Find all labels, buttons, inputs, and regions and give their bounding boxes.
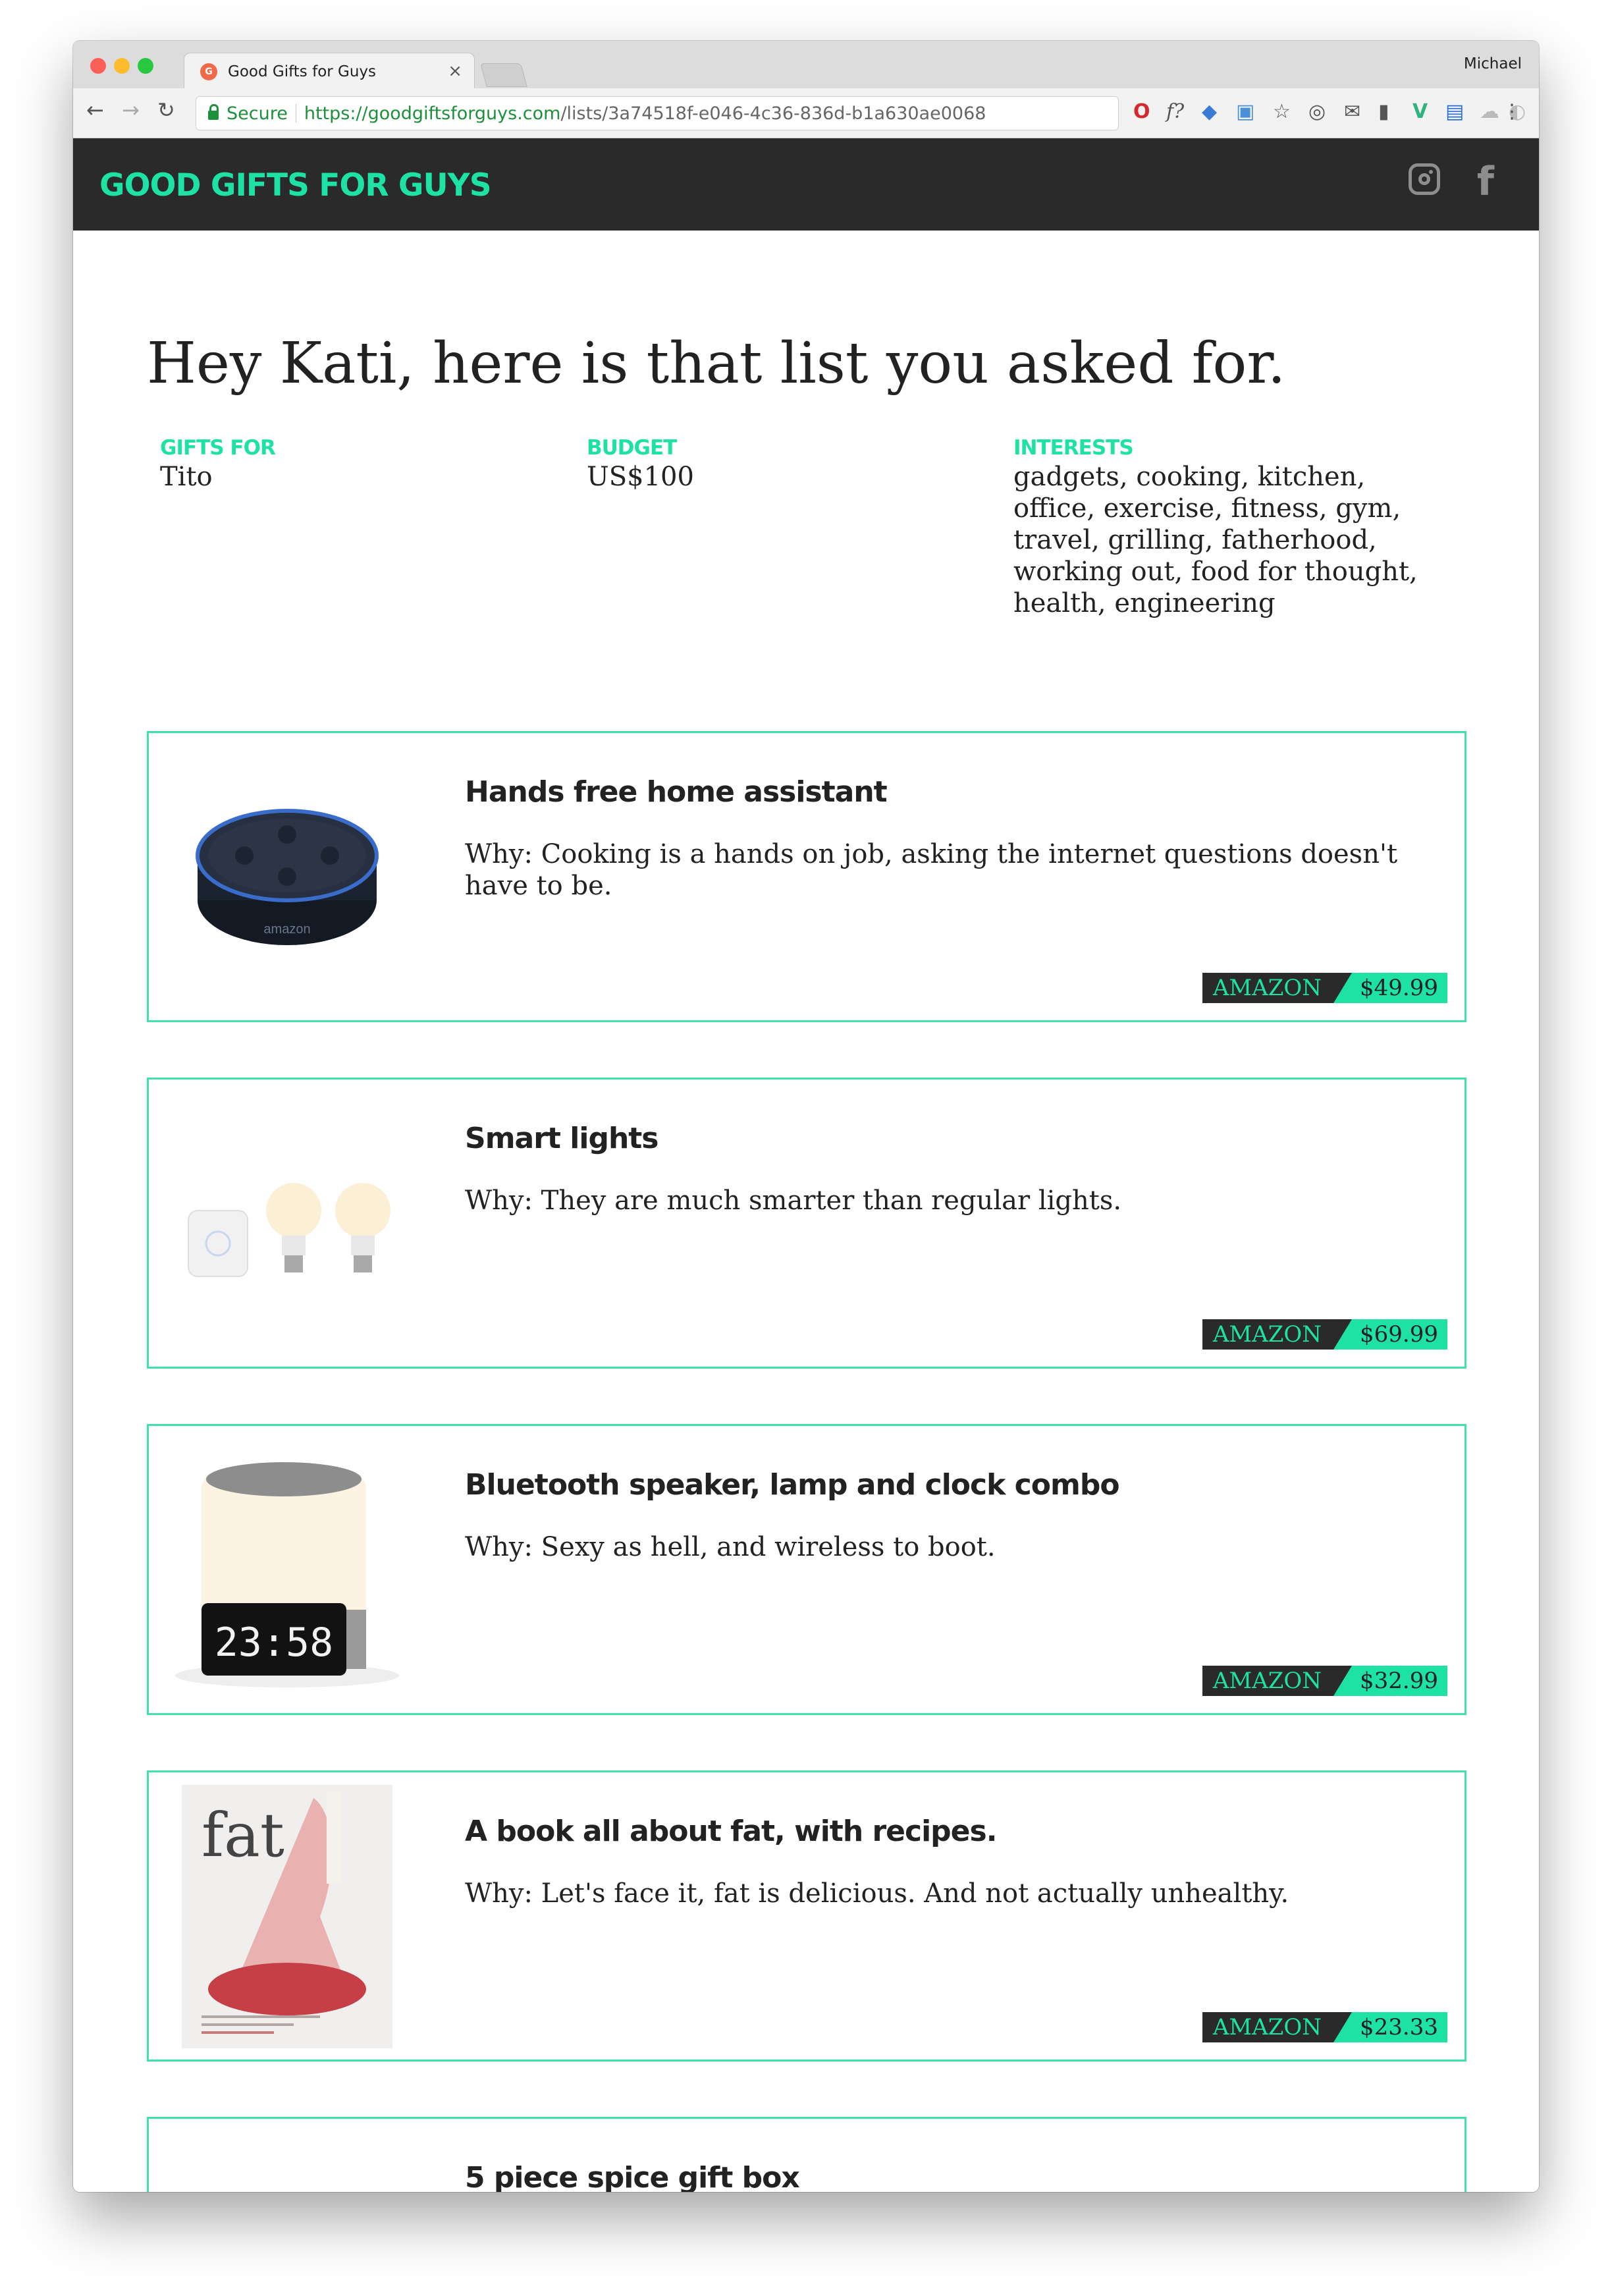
site-favicon-icon: G bbox=[200, 63, 217, 80]
new-tab-button[interactable] bbox=[480, 63, 527, 87]
buy-button[interactable]: AMAZON $69.99 bbox=[1202, 1319, 1447, 1350]
menu-kebab-icon[interactable]: ⋮ bbox=[1502, 100, 1522, 123]
adblock-extension-icon[interactable]: ◎ bbox=[1308, 100, 1326, 123]
store-label: AMAZON bbox=[1202, 1319, 1353, 1350]
gift-card[interactable]: fat A book all about fat, with recipes. … bbox=[147, 1770, 1466, 2062]
bookmark-star-icon[interactable]: ☆ bbox=[1273, 100, 1291, 123]
reader-extension-icon[interactable]: ▮ bbox=[1378, 100, 1389, 123]
gift-why: Why: Sexy as hell, and wireless to boot. bbox=[465, 1532, 996, 1562]
store-label: AMAZON bbox=[1202, 973, 1353, 1003]
gift-card[interactable]: 23:58 Bluetooth speaker, lamp and clock … bbox=[147, 1424, 1466, 1715]
budget-value: US$100 bbox=[587, 462, 694, 492]
formula-extension-icon[interactable]: f? bbox=[1166, 100, 1184, 123]
gift-title[interactable]: Hands free home assistant bbox=[465, 775, 888, 809]
page-title: Hey Kati, here is that list you asked fo… bbox=[147, 331, 1286, 396]
interests-label: INTERESTS bbox=[1013, 436, 1134, 460]
screenshot-extension-icon[interactable]: ▣ bbox=[1236, 100, 1254, 123]
gift-card[interactable]: Smart lights Why: They are much smarter … bbox=[147, 1078, 1466, 1369]
interests-value: gadgets, cooking, kitchen, office, exerc… bbox=[1013, 462, 1418, 618]
buy-button[interactable]: AMAZON $32.99 bbox=[1202, 1666, 1447, 1696]
gift-title[interactable]: Bluetooth speaker, lamp and clock combo bbox=[465, 1468, 1120, 1502]
address-bar[interactable]: Secure https://goodgiftsforguys.com /lis… bbox=[196, 96, 1119, 130]
close-tab-icon[interactable]: × bbox=[448, 61, 462, 81]
site-header: GOOD GIFTS FOR GUYS f bbox=[73, 138, 1539, 231]
page-content: GOOD GIFTS FOR GUYS f Hey Kati, here is … bbox=[73, 138, 1539, 2192]
gift-title[interactable]: Smart lights bbox=[465, 1122, 658, 1155]
store-label: AMAZON bbox=[1202, 2012, 1353, 2042]
book-cover-title: fat bbox=[202, 1800, 284, 1871]
profile-name[interactable]: Michael bbox=[1464, 55, 1522, 72]
lock-icon bbox=[208, 104, 219, 120]
cloud-extension-icon[interactable]: ☁ bbox=[1480, 100, 1499, 123]
budget-label: BUDGET bbox=[587, 436, 677, 460]
gift-card[interactable]: 5 piece spice gift box bbox=[147, 2117, 1466, 2192]
browser-window: G Good Gifts for Guys × Michael ← → ↻ Se… bbox=[73, 41, 1539, 2192]
url-path: /lists/3a74518f-e046-4c36-836d-b1a630ae0… bbox=[560, 103, 986, 124]
tab-bar: G Good Gifts for Guys × Michael bbox=[73, 41, 1539, 90]
store-label: AMAZON bbox=[1202, 1666, 1353, 1696]
speaker-lamp-image: 23:58 bbox=[162, 1442, 412, 1699]
mail-extension-icon[interactable]: ✉ bbox=[1344, 100, 1360, 123]
buy-button[interactable]: AMAZON $49.99 bbox=[1202, 973, 1447, 1003]
new-badge-extension-icon[interactable]: ▤ bbox=[1445, 100, 1464, 123]
reload-icon[interactable]: ↻ bbox=[157, 97, 175, 123]
amazon-brand-text: amazon bbox=[263, 922, 310, 937]
url-host: https://goodgiftsforguys.com bbox=[304, 103, 561, 124]
browser-toolbar: ← → ↻ Secure https://goodgiftsforguys.co… bbox=[73, 88, 1539, 138]
gifts-for-value: Tito bbox=[160, 462, 213, 492]
gift-card[interactable]: amazon Hands free home assistant Why: Co… bbox=[147, 731, 1466, 1022]
minimize-window-button[interactable] bbox=[114, 58, 130, 74]
gift-why: Why: Cooking is a hands on job, asking t… bbox=[465, 839, 1398, 901]
browser-tab[interactable]: G Good Gifts for Guys × bbox=[184, 53, 475, 90]
book-cover-image: fat bbox=[162, 1785, 412, 2048]
spice-box-image bbox=[162, 2135, 412, 2192]
maximize-window-button[interactable] bbox=[138, 58, 153, 74]
tab-title: Good Gifts for Guys bbox=[228, 63, 377, 80]
translate-extension-icon[interactable]: ◆ bbox=[1202, 100, 1217, 123]
gift-title[interactable]: 5 piece spice gift box bbox=[465, 2161, 800, 2192]
gift-why: Why: Let's face it, fat is delicious. An… bbox=[465, 1878, 1289, 1909]
buy-button[interactable]: AMAZON $23.33 bbox=[1202, 2012, 1447, 2042]
gifts-for-block: GIFTS FOR Tito bbox=[160, 436, 581, 493]
clock-readout: 23:58 bbox=[215, 1620, 334, 1666]
facebook-icon[interactable]: f bbox=[1477, 162, 1494, 202]
close-window-button[interactable] bbox=[90, 58, 106, 74]
budget-block: BUDGET US$100 bbox=[587, 436, 1008, 493]
vue-devtools-icon[interactable]: V bbox=[1412, 100, 1428, 123]
gift-title[interactable]: A book all about fat, with recipes. bbox=[465, 1815, 997, 1848]
back-arrow-icon[interactable]: ← bbox=[86, 97, 104, 123]
instagram-icon[interactable] bbox=[1409, 163, 1440, 195]
echo-dot-image: amazon bbox=[162, 749, 412, 1006]
site-logo[interactable]: GOOD GIFTS FOR GUYS bbox=[99, 167, 492, 204]
opera-extension-icon[interactable]: O bbox=[1133, 100, 1150, 123]
gift-why: Why: They are much smarter than regular … bbox=[465, 1186, 1122, 1216]
secure-label: Secure bbox=[227, 103, 288, 124]
forward-arrow-icon[interactable]: → bbox=[122, 97, 140, 123]
gifts-for-label: GIFTS FOR bbox=[160, 436, 276, 460]
interests-block: INTERESTS gadgets, cooking, kitchen, off… bbox=[1013, 436, 1448, 619]
smart-lights-image bbox=[162, 1095, 412, 1352]
